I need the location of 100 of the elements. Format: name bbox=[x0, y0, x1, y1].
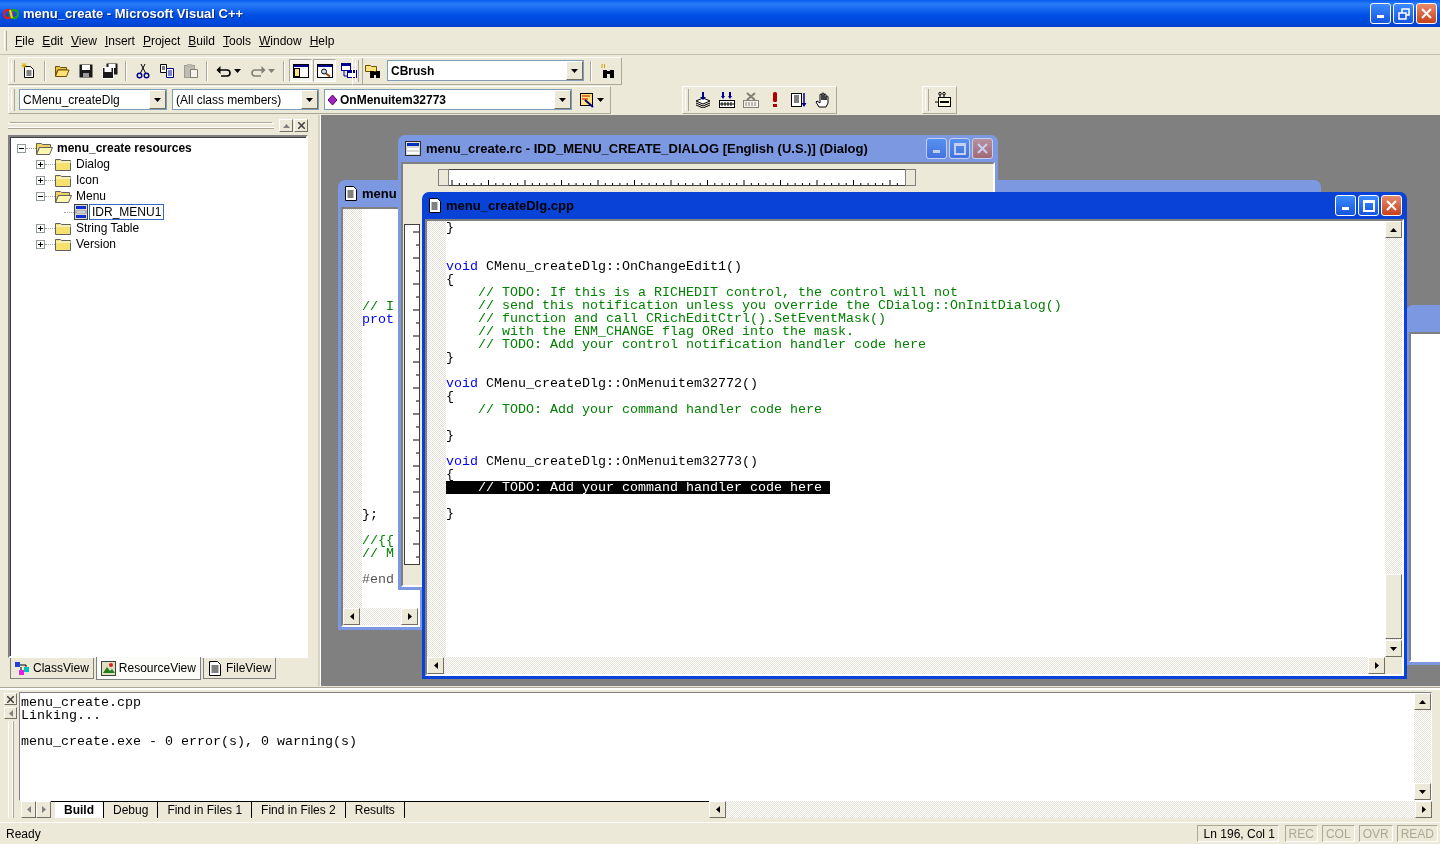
close-icon bbox=[977, 143, 988, 154]
left-arrow-icon bbox=[349, 613, 354, 620]
minimize-button[interactable] bbox=[1335, 195, 1356, 216]
folder-icon bbox=[55, 221, 72, 235]
maximize-button[interactable] bbox=[949, 138, 970, 159]
expand-icon[interactable] bbox=[36, 159, 45, 169]
document-icon bbox=[429, 198, 441, 213]
code-line: // TODO: Add your control notification handler code here bbox=[477, 338, 926, 351]
collapse-icon[interactable] bbox=[17, 143, 26, 153]
resource-view-icon bbox=[100, 660, 116, 676]
tree-item[interactable]: String Table bbox=[73, 220, 143, 236]
open-folder-icon bbox=[36, 141, 53, 155]
tab-scroll-right-button[interactable] bbox=[36, 801, 51, 818]
menubar-button[interactable]: Project bbox=[138, 31, 185, 50]
pane-toggle-button[interactable] bbox=[4, 707, 17, 719]
binoculars-icon bbox=[599, 62, 616, 79]
clipboard-icon bbox=[182, 62, 199, 79]
workspace-tab[interactable]: FileView bbox=[202, 658, 277, 679]
stack-arrow-icon bbox=[694, 91, 711, 108]
size-grip[interactable] bbox=[1385, 657, 1402, 674]
wand-icon bbox=[579, 91, 595, 108]
status-indicator: READ bbox=[1396, 825, 1438, 842]
toolbar-gripper bbox=[11, 88, 15, 111]
up-triangle-icon bbox=[282, 123, 290, 128]
cursor-position: Ln 196, Col 1 bbox=[1196, 825, 1279, 842]
output-button[interactable] bbox=[313, 59, 336, 82]
code-line: } bbox=[446, 507, 454, 520]
tree-item[interactable]: Version bbox=[73, 236, 120, 252]
expand-icon[interactable] bbox=[36, 175, 45, 185]
file-view-icon bbox=[207, 660, 223, 676]
code-line: void CMenu_createDlg::OnMenuitem32772() bbox=[446, 377, 758, 390]
caret-icon bbox=[234, 68, 241, 73]
close-icon bbox=[1386, 200, 1397, 211]
folder-icon bbox=[55, 237, 72, 251]
grid-arrows-icon bbox=[718, 91, 735, 108]
close-button[interactable] bbox=[1381, 195, 1402, 216]
expand-icon[interactable] bbox=[36, 239, 45, 249]
vertical-scrollbar[interactable] bbox=[1385, 221, 1402, 657]
code-line: // function and call CRichEditCtrl().SetEventMask() bbox=[477, 312, 886, 325]
tree-item[interactable]: Dialog bbox=[73, 156, 114, 172]
scroll-thumb[interactable] bbox=[1385, 574, 1402, 639]
dropdown-arrow-icon bbox=[154, 97, 161, 102]
menubar-button[interactable]: Tools bbox=[218, 31, 255, 50]
horizontal-scrollbar[interactable] bbox=[343, 608, 418, 625]
hand-icon bbox=[814, 91, 831, 108]
code-line: } bbox=[446, 351, 454, 364]
floppy-disks-icon bbox=[101, 62, 118, 79]
collapse-icon[interactable] bbox=[36, 191, 45, 201]
tree-item[interactable]: menu_create resources bbox=[54, 140, 195, 156]
tree-item[interactable]: Menu bbox=[73, 188, 110, 204]
menubar-button[interactable]: Insert bbox=[100, 31, 139, 50]
code-line: // I bbox=[362, 300, 394, 313]
workspace-tab[interactable]: ClassView bbox=[10, 658, 94, 679]
restore-button[interactable] bbox=[1393, 3, 1414, 24]
dropdown-arrow-icon bbox=[559, 97, 566, 102]
member-combo[interactable]: OnMenuitem32773 bbox=[324, 89, 572, 110]
tab-scroll-left-button[interactable] bbox=[21, 801, 36, 818]
code-line: #end bbox=[362, 573, 394, 586]
maximize-icon bbox=[953, 142, 966, 155]
minimize-button[interactable] bbox=[1370, 3, 1391, 24]
new-page-icon bbox=[20, 62, 37, 79]
menubar-button[interactable]: Window bbox=[255, 31, 306, 50]
class-combo[interactable]: CMenu_createDlg bbox=[19, 89, 167, 110]
window-panel-icon bbox=[292, 62, 309, 79]
close-button[interactable] bbox=[1416, 3, 1437, 24]
close-button[interactable] bbox=[972, 138, 993, 159]
workspace-tab[interactable]: ResourceView bbox=[95, 657, 201, 680]
vertical-scrollbar[interactable] bbox=[1414, 693, 1431, 800]
expand-icon[interactable] bbox=[36, 223, 45, 233]
left-arrow-icon bbox=[715, 806, 720, 813]
menubar-button[interactable]: Build bbox=[184, 31, 219, 50]
dialog-icon bbox=[405, 141, 421, 156]
right-arrow-icon bbox=[41, 806, 46, 813]
horizontal-scrollbar[interactable] bbox=[427, 657, 1385, 674]
code-line: // send this notification unless you override the CDialog::OnInitDialog() bbox=[477, 299, 1062, 312]
code-line: // M bbox=[362, 547, 394, 560]
close-icon bbox=[7, 695, 14, 703]
menubar-button[interactable]: Edit bbox=[38, 31, 68, 50]
maximize-button[interactable] bbox=[1358, 195, 1379, 216]
code-line: // with the ENM_CHANGE flag ORed into the mask. bbox=[477, 325, 854, 338]
toolbar-gripper bbox=[11, 59, 15, 82]
minimize-button[interactable] bbox=[926, 138, 947, 159]
menubar-button[interactable]: File bbox=[11, 31, 39, 50]
tree-item[interactable]: IDR_MENU1 bbox=[89, 204, 165, 220]
menubar-button[interactable]: View bbox=[67, 31, 101, 50]
find-combo[interactable]: CBrush bbox=[387, 60, 584, 81]
menubar-button[interactable]: Help bbox=[305, 31, 339, 50]
down-arrow-icon bbox=[1390, 646, 1397, 651]
pane-expand-button[interactable] bbox=[279, 119, 293, 132]
tree-item[interactable]: Icon bbox=[73, 172, 102, 188]
workspace-button[interactable] bbox=[289, 59, 312, 82]
filter-combo[interactable]: (All class members) bbox=[172, 89, 319, 110]
pane-close-button[interactable] bbox=[294, 119, 308, 132]
output-tab[interactable]: Build bbox=[55, 802, 104, 818]
right-arrow-icon bbox=[1421, 806, 1426, 813]
copy-icon bbox=[158, 62, 175, 79]
dropdown-arrow-icon bbox=[571, 68, 578, 73]
horizontal-scrollbar[interactable] bbox=[709, 801, 1432, 818]
pane-close-button[interactable] bbox=[4, 693, 17, 705]
maximize-icon bbox=[1362, 199, 1375, 212]
